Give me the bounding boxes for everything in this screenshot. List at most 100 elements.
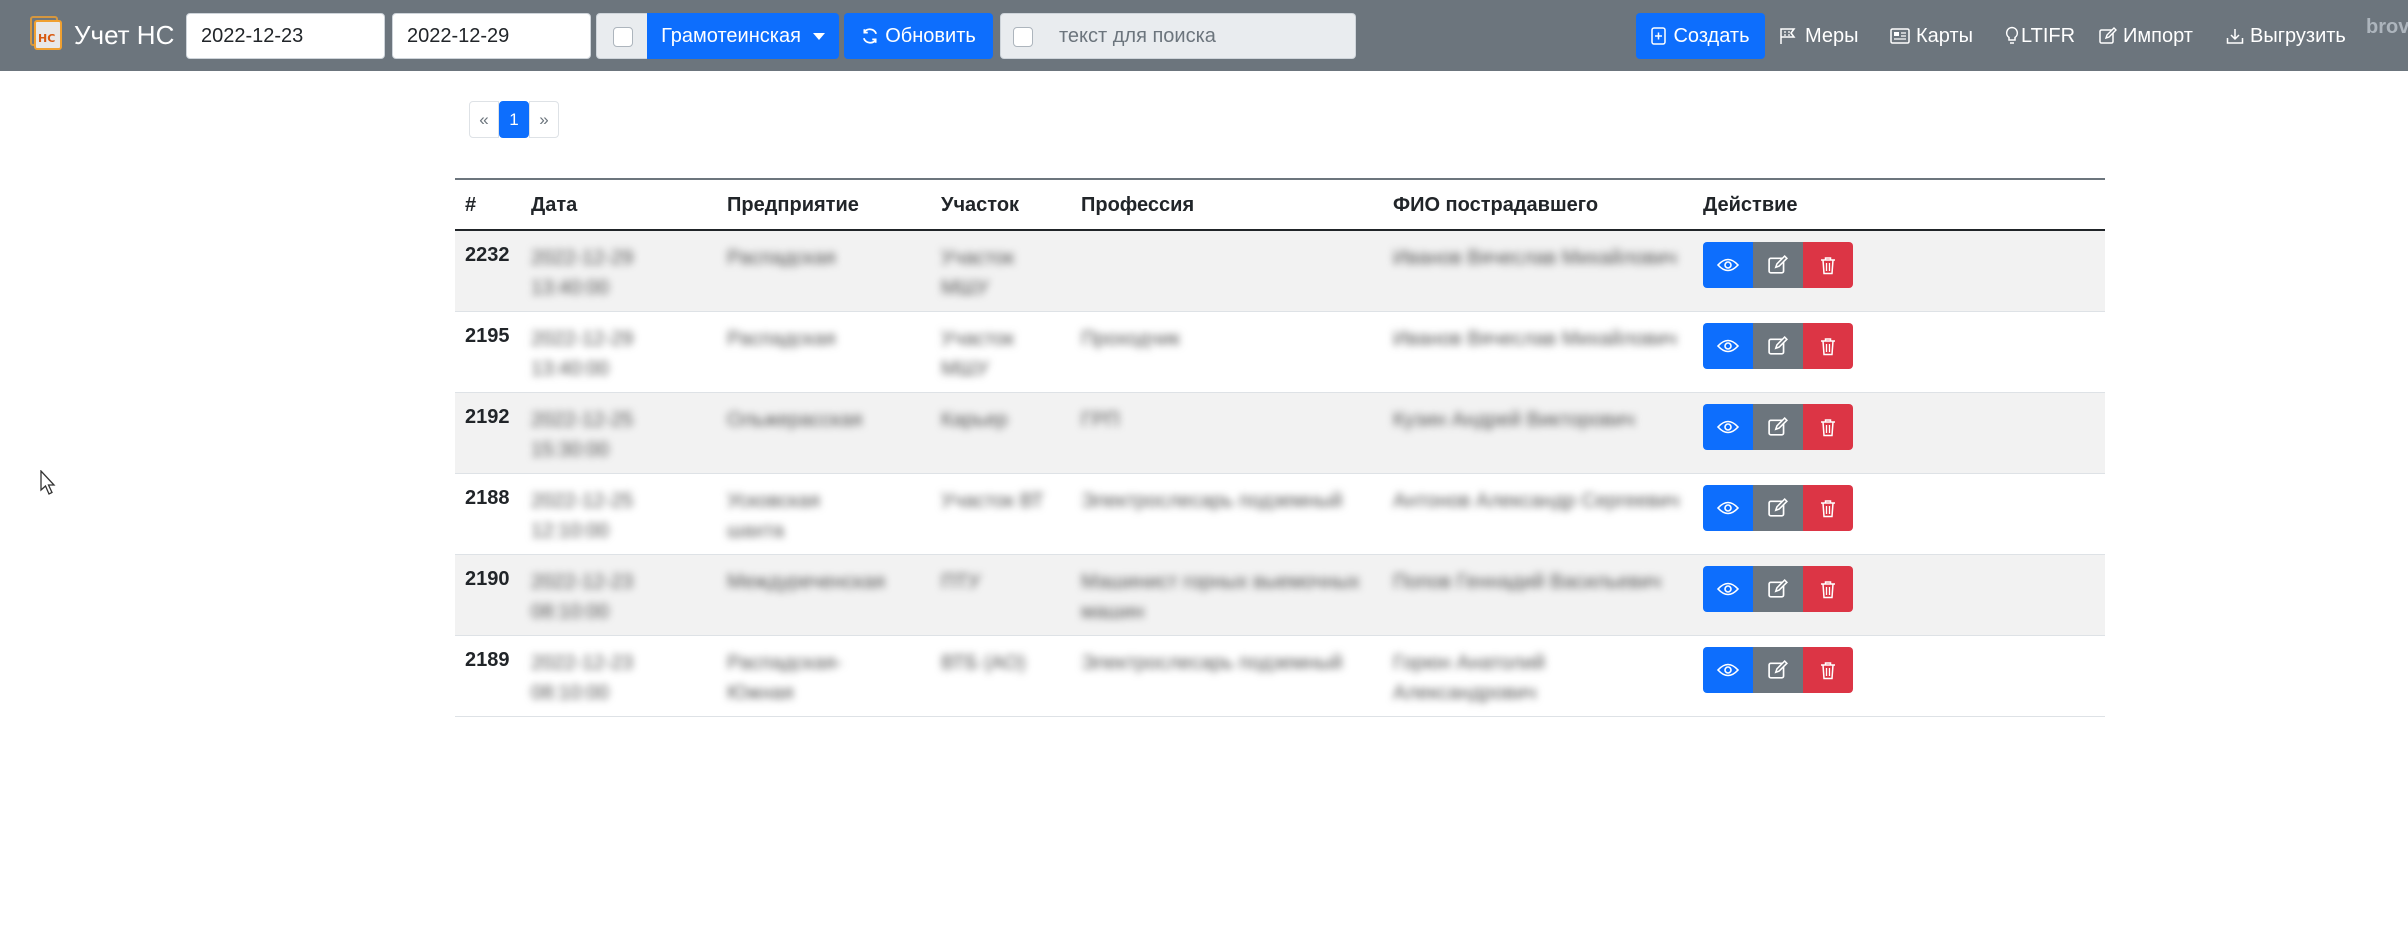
cell-date: 2022-12-23 08:10:00 [531, 571, 634, 623]
eye-icon [1717, 581, 1739, 597]
date-to-input[interactable]: 2022-12-29 [392, 13, 591, 59]
search-input[interactable]: текст для поиска [1043, 13, 1356, 59]
table-row: 2189 2022-12-23 08:10:00 Распадская-Южная В… [455, 636, 2105, 717]
cell-section: Участок МШУ [941, 247, 1015, 299]
brand[interactable]: НС Учет НС [30, 13, 174, 57]
caret-down-icon [812, 32, 825, 40]
cell-date: 2022-12-29 13:40:00 [531, 247, 634, 299]
edit-button[interactable] [1753, 566, 1803, 612]
nav-export-label: Выгрузить [2250, 24, 2346, 47]
pagination-page-1[interactable]: 1 [499, 101, 529, 138]
nav-export[interactable]: Выгрузить [2226, 13, 2346, 59]
nav-import-label: Импорт [2123, 24, 2193, 47]
edit-button[interactable] [1753, 323, 1803, 369]
view-button[interactable] [1703, 404, 1753, 450]
refresh-button[interactable]: Обновить [844, 13, 993, 59]
cell-enterprise: Распадская-Южная [727, 652, 843, 704]
cell-id: 2195 [465, 325, 510, 347]
cell-id: 2232 [465, 244, 510, 266]
view-button[interactable] [1703, 566, 1753, 612]
site-dropdown[interactable]: Грамотеинская [647, 13, 839, 59]
cell-enterprise: Распадская [727, 247, 836, 269]
th-victim: ФИО пострадавшего [1393, 194, 1599, 216]
cell-section: ПТУ [941, 571, 981, 593]
cell-victim: Кузин Андрей Викторович [1393, 409, 1635, 431]
edit-button[interactable] [1753, 647, 1803, 693]
delete-button[interactable] [1803, 242, 1853, 288]
table-row: 2195 2022-12-29 13:40:00 Распадская Участок… [455, 312, 2105, 393]
nav-cards[interactable]: Карты [1890, 13, 1973, 59]
pagination-prev[interactable]: « [469, 101, 499, 138]
pagination-next[interactable]: » [529, 101, 559, 138]
view-button[interactable] [1703, 242, 1753, 288]
edit-icon [1768, 417, 1788, 437]
delete-button[interactable] [1803, 323, 1853, 369]
trash-icon [1820, 661, 1836, 680]
nav-measures-label: Меры [1805, 24, 1859, 47]
view-button[interactable] [1703, 323, 1753, 369]
edit-icon [1768, 579, 1788, 599]
cell-victim: Горюн Анатолий Александрович [1393, 652, 1546, 704]
nav-measures[interactable]: Меры [1779, 13, 1859, 59]
brand-logo-text: НС [38, 32, 56, 45]
th-section: Участок [941, 194, 1020, 216]
navbar: НС Учет НС 2022-12-23 2022-12-29 Грамоте… [0, 0, 2408, 71]
row-actions [1703, 242, 1853, 288]
edit-button[interactable] [1753, 485, 1803, 531]
delete-button[interactable] [1803, 404, 1853, 450]
flags-icon [1780, 28, 1796, 44]
edit-button[interactable] [1753, 242, 1803, 288]
refresh-icon [863, 28, 878, 44]
date-from-input[interactable]: 2022-12-23 [186, 13, 385, 59]
eye-icon [1717, 338, 1739, 354]
mouse-cursor-icon [40, 470, 56, 495]
edit-icon [1768, 660, 1788, 680]
incidents-table: # Дата Предприятие Участок Профессия ФИО… [455, 178, 2105, 717]
row-actions [1703, 323, 1853, 369]
nav-cards-label: Карты [1916, 24, 1973, 47]
cell-profession: Электрослесарь подземный [1081, 652, 1343, 674]
create-button[interactable]: Создать [1636, 13, 1765, 59]
site-dropdown-label: Грамотеинская [661, 24, 801, 47]
cell-enterprise: Междуреченская [727, 571, 885, 593]
eye-icon [1717, 662, 1739, 678]
edit-button[interactable] [1753, 404, 1803, 450]
th-date: Дата [531, 194, 578, 216]
trash-icon [1820, 580, 1836, 599]
cell-enterprise: Усковская шахта [727, 490, 821, 542]
cell-profession: Проходчик [1081, 328, 1180, 350]
cell-profession: ГРП [1081, 409, 1120, 431]
view-button[interactable] [1703, 647, 1753, 693]
trash-icon [1820, 337, 1836, 356]
row-actions [1703, 485, 1853, 531]
cell-victim: Иванов Вячеслав Михайлович [1393, 328, 1677, 350]
table-body: 2232 2022-12-29 13:40:00 Распадская Участок… [455, 231, 2105, 717]
th-id: # [465, 194, 477, 216]
table-header: # Дата Предприятие Участок Профессия ФИО… [455, 178, 2105, 231]
trash-icon [1820, 418, 1836, 437]
table-row: 2190 2022-12-23 08:10:00 Междуреченская ПТУ… [455, 555, 2105, 636]
cell-victim: Попов Геннадий Васильевич [1393, 571, 1662, 593]
cell-profession: Электрослесарь подземный [1081, 490, 1343, 512]
nav-ltifr[interactable]: LTIFR [2005, 13, 2075, 59]
cell-date: 2022-12-25 12:10:00 [531, 490, 634, 542]
nav-import[interactable]: Импорт [2099, 13, 2193, 59]
cell-enterprise: Распадская [727, 328, 836, 350]
search-checkbox[interactable] [1013, 27, 1033, 47]
refresh-label: Обновить [885, 24, 976, 47]
delete-button[interactable] [1803, 566, 1853, 612]
th-enterprise: Предприятие [727, 194, 859, 216]
eye-icon [1717, 419, 1739, 435]
cell-enterprise: Ольжерасская [727, 409, 863, 431]
cell-id: 2190 [465, 568, 510, 590]
search-checkbox-wrap [1000, 13, 1044, 59]
delete-button[interactable] [1803, 485, 1853, 531]
cell-profession: Машинист горных выемочных машин [1081, 571, 1360, 623]
site-filter-checkbox[interactable] [613, 27, 633, 47]
view-button[interactable] [1703, 485, 1753, 531]
site-filter-checkbox-wrap [596, 13, 648, 59]
trash-icon [1820, 499, 1836, 518]
table-row: 2192 2022-12-25 15:30:00 Ольжерасская Карье… [455, 393, 2105, 474]
row-actions [1703, 566, 1853, 612]
delete-button[interactable] [1803, 647, 1853, 693]
